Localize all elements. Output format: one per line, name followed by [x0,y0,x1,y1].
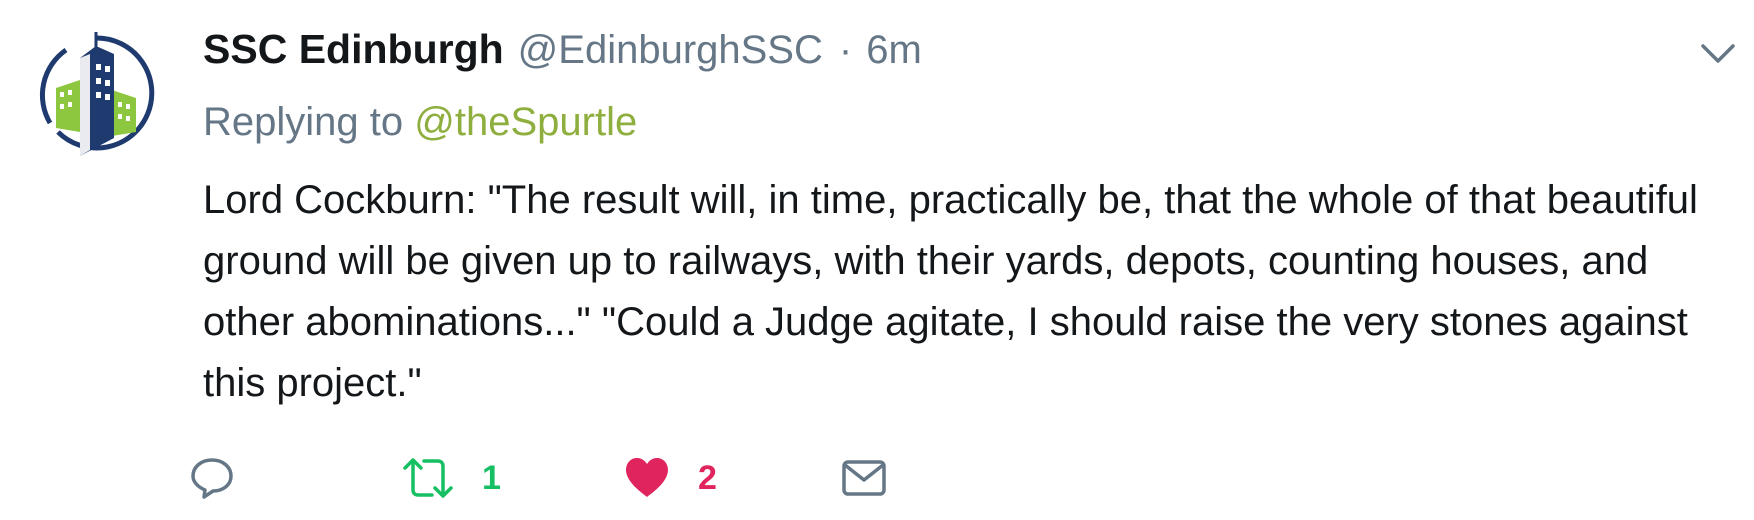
like-button[interactable]: 2 [624,448,717,508]
separator-dot: · [838,28,853,72]
chevron-down-icon [1701,44,1735,63]
tweet: SSC Edinburgh @EdinburghSSC · 6m Replyin… [0,0,1754,520]
more-menu-button[interactable] [1700,42,1736,66]
replying-prefix: Replying to [203,100,404,144]
tweet-text: Lord Cockburn: "The result will, in time… [203,178,1698,405]
direct-message-button[interactable] [842,448,886,508]
tweet-header: SSC Edinburgh @EdinburghSSC · 6m [203,26,922,73]
ssc-logo-icon [39,32,155,156]
reply-icon [191,458,233,499]
envelope-icon [842,460,886,496]
display-name[interactable]: SSC Edinburgh [203,26,504,73]
retweet-button[interactable]: 1 [402,448,501,508]
retweet-count: 1 [482,458,501,497]
retweet-icon [403,458,453,498]
replying-to-link[interactable]: @theSpurtle [414,100,637,144]
heart-icon [626,458,668,497]
timestamp[interactable]: 6m [866,28,922,73]
reply-button[interactable] [190,448,234,508]
user-handle[interactable]: @EdinburghSSC [518,28,823,73]
replying-to-line: Replying to @theSpurtle [203,100,637,145]
avatar[interactable] [36,28,156,160]
tweet-actions: 1 2 [0,448,1754,508]
like-count: 2 [698,458,717,497]
